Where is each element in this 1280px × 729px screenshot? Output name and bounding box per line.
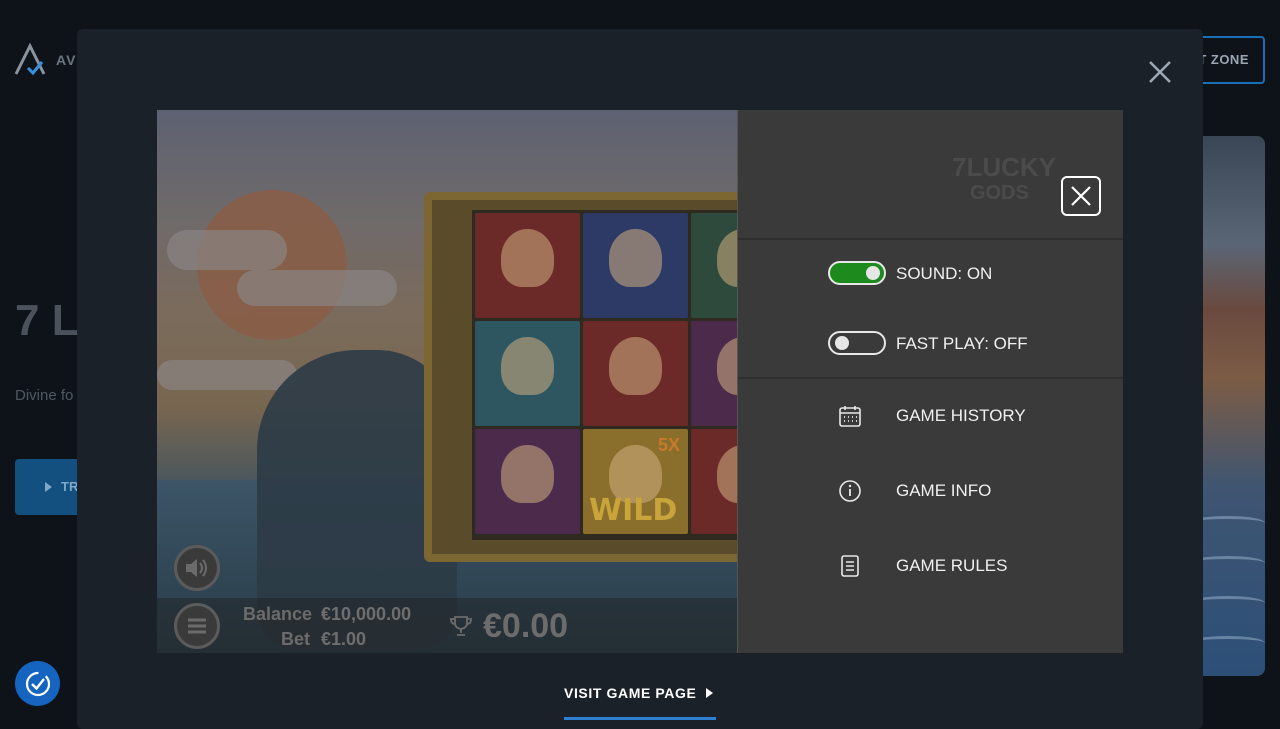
reel-symbol xyxy=(583,321,688,426)
balance-label: Balance xyxy=(243,604,313,624)
balance-value: €10,000.00 xyxy=(321,604,412,624)
reel-symbol xyxy=(475,429,580,534)
calendar-icon xyxy=(839,406,861,427)
bet-value: €1.00 xyxy=(321,629,367,649)
game-scene: 5X WILD Balance €10,000.00 Bet €1.00 €0.… xyxy=(157,110,824,653)
settings-close-button[interactable] xyxy=(1061,176,1101,216)
game-menu-button[interactable] xyxy=(174,603,220,649)
fast-play-label: FAST PLAY: OFF xyxy=(896,334,1028,353)
fast-play-toggle[interactable] xyxy=(828,331,886,355)
hamburger-icon xyxy=(188,618,206,634)
toggle-knob xyxy=(866,266,880,280)
game-rules-label: GAME RULES xyxy=(896,556,1008,575)
win-amount: €0.00 xyxy=(483,607,569,645)
reel-symbol xyxy=(475,321,580,426)
cookie-check-icon xyxy=(25,671,50,696)
wild-symbol: 5X WILD xyxy=(583,429,688,534)
trophy-icon xyxy=(450,616,472,636)
document-icon xyxy=(841,555,859,577)
page: AV T ZONE 7 L Divine fo TR 5X WILD Balan… xyxy=(0,0,1280,729)
panel-divider xyxy=(738,238,1123,240)
sound-toggle[interactable] xyxy=(828,261,886,285)
game-rules-item[interactable]: GAME RULES xyxy=(838,549,1098,583)
speaker-icon xyxy=(186,559,207,577)
panel-divider xyxy=(738,377,1123,379)
wild-multiplier: 5X xyxy=(657,435,680,455)
game-info-item[interactable]: GAME INFO xyxy=(838,474,1098,508)
bg-game-title: 7 L xyxy=(15,296,79,345)
game-logo-faint: 7LUCKY xyxy=(952,152,1057,182)
scene-cloud xyxy=(237,270,397,306)
game-demo-modal: 5X WILD Balance €10,000.00 Bet €1.00 €0.… xyxy=(77,29,1203,729)
game-frame[interactable]: 5X WILD Balance €10,000.00 Bet €1.00 €0.… xyxy=(157,110,1123,653)
wild-label: WILD xyxy=(589,493,678,528)
scene-cloud xyxy=(157,360,297,390)
game-logo-faint-2: GODS xyxy=(970,182,1029,204)
visit-game-page-link[interactable]: VISIT GAME PAGE xyxy=(564,681,716,720)
close-icon xyxy=(1071,186,1091,206)
site-logo-icon xyxy=(14,42,46,76)
scene-cloud xyxy=(167,230,287,270)
site-brand: AV xyxy=(56,52,77,68)
sound-label: SOUND: ON xyxy=(896,264,993,283)
game-info-label: GAME INFO xyxy=(896,481,992,500)
game-history-item[interactable]: GAME HISTORY xyxy=(838,399,1098,433)
bg-game-subtitle: Divine fo xyxy=(15,387,74,404)
reel-symbol xyxy=(475,213,580,318)
reel-symbol xyxy=(583,213,688,318)
visit-game-page-label: VISIT GAME PAGE xyxy=(564,685,697,701)
bet-label: Bet xyxy=(281,629,311,649)
settings-panel: 7LUCKY GODS SOUND: ON FAST PLAY: OFF GAM… xyxy=(737,110,1123,653)
toggle-knob xyxy=(835,336,849,350)
modal-close-icon[interactable] xyxy=(1147,59,1173,85)
cookie-consent-button[interactable] xyxy=(15,661,60,706)
play-arrow-icon xyxy=(706,688,713,698)
game-history-label: GAME HISTORY xyxy=(896,406,1026,425)
speaker-button[interactable] xyxy=(174,545,220,591)
info-icon xyxy=(839,480,861,502)
